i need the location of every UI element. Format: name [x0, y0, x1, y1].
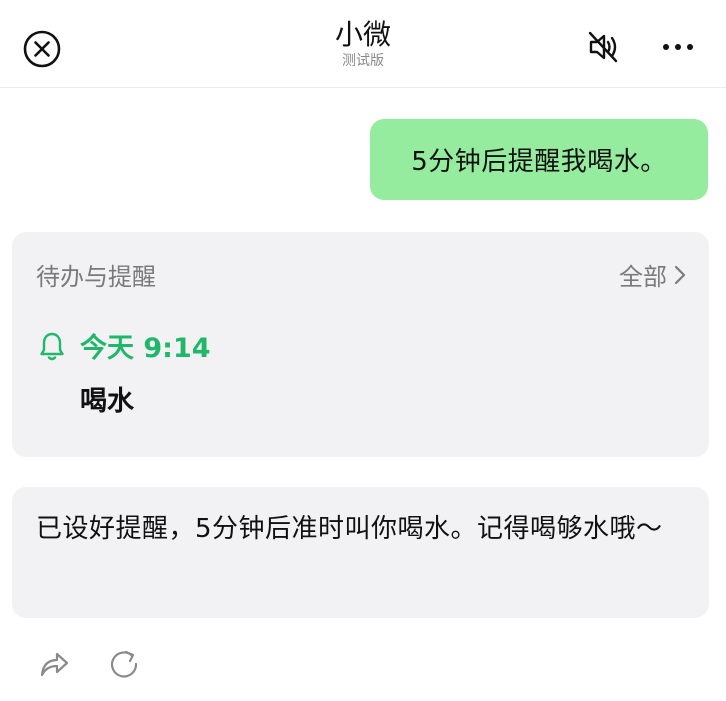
user-message-bubble[interactable]: 5分钟后提醒我喝水。 [370, 119, 708, 200]
view-all-link[interactable]: 全部 [619, 257, 687, 292]
share-icon [36, 646, 72, 682]
close-button[interactable] [20, 27, 64, 71]
mute-off-icon [583, 27, 623, 67]
close-circle-icon [22, 29, 62, 69]
chat-header: 小微 测试版 [0, 0, 726, 88]
share-button[interactable] [34, 644, 74, 684]
reminder-item[interactable]: 今天 9:14 [38, 326, 211, 365]
more-button[interactable] [656, 25, 700, 69]
todo-card-title: 待办与提醒 [36, 263, 156, 291]
page-title: 小微 [334, 18, 391, 51]
assistant-message-text: 已设好提醒，5分钟后准时叫你喝水。记得喝够水哦～ [36, 514, 663, 544]
assistant-message-bubble[interactable]: 已设好提醒，5分钟后准时叫你喝水。记得喝够水哦～ [12, 487, 709, 618]
refresh-icon [106, 646, 142, 682]
refresh-button[interactable] [104, 644, 144, 684]
page-subtitle: 测试版 [342, 53, 384, 69]
view-all-label: 全部 [619, 263, 667, 291]
reminder-title: 喝水 [80, 386, 134, 417]
reminder-time: 今天 9:14 [80, 333, 211, 364]
chevron-right-icon [673, 264, 687, 286]
todo-reminder-card[interactable]: 待办与提醒 全部 今天 9:14 喝水 [12, 232, 709, 457]
more-icon [658, 27, 698, 67]
mute-button[interactable] [581, 25, 625, 69]
title-block: 小微 测试版 [213, 18, 513, 70]
bell-icon [38, 330, 66, 362]
